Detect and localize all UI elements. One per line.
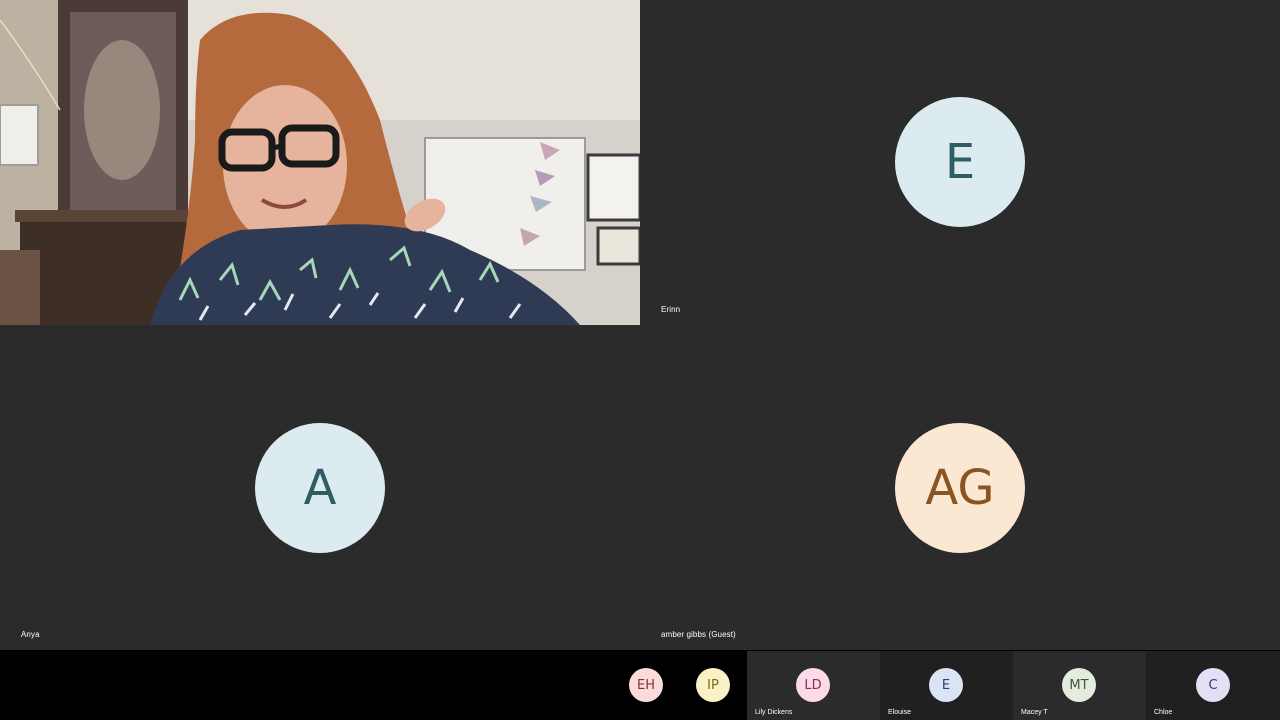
participant-tile-erinn[interactable]: E Erinn [640,0,1280,325]
avatar-initials: EH [637,677,655,693]
participant-name: Anya [21,630,40,639]
participant-name: amber gibbs (Guest) [661,630,736,639]
participant-avatar: E [895,97,1025,227]
strip-participant[interactable]: LD Lily Dickens [747,651,880,720]
participant-tile-amber-gibbs[interactable]: AG amber gibbs (Guest) [640,325,1280,650]
participant-avatar: E [929,668,963,702]
strip-participant[interactable]: IP [680,651,746,720]
participant-avatar: MT [1062,668,1096,702]
avatar-initials: E [944,134,976,190]
avatar-initials: IP [707,677,719,693]
participant-name: Chloe [1154,709,1173,716]
participant-tile-anya[interactable]: A Anya [0,325,640,650]
avatar-initials: A [303,460,337,516]
participant-name: Erinn [661,305,681,314]
strip-participant[interactable]: MT Macey T [1013,651,1146,720]
participant-avatar: IP [696,668,730,702]
participant-avatar: C [1196,668,1230,702]
participant-video-tile[interactable] [0,0,640,325]
participant-avatar: AG [895,423,1025,553]
participant-avatar: EH [629,668,663,702]
avatar-initials: AG [925,460,995,516]
video-feed [0,0,640,325]
avatar-initials: E [941,677,951,693]
participant-name: Macey T [1021,709,1048,716]
strip-participant[interactable]: E Elouise [880,651,1013,720]
participant-name: Elouise [888,709,911,716]
avatar-initials: LD [804,677,822,693]
avatar-initials: C [1208,677,1218,693]
strip-participant[interactable]: EH [613,651,679,720]
participant-avatar: A [255,423,385,553]
participant-name: Lily Dickens [755,709,793,716]
participant-avatar: LD [796,668,830,702]
avatar-initials: MT [1069,677,1089,693]
strip-participant[interactable]: C Chloe [1146,651,1280,720]
